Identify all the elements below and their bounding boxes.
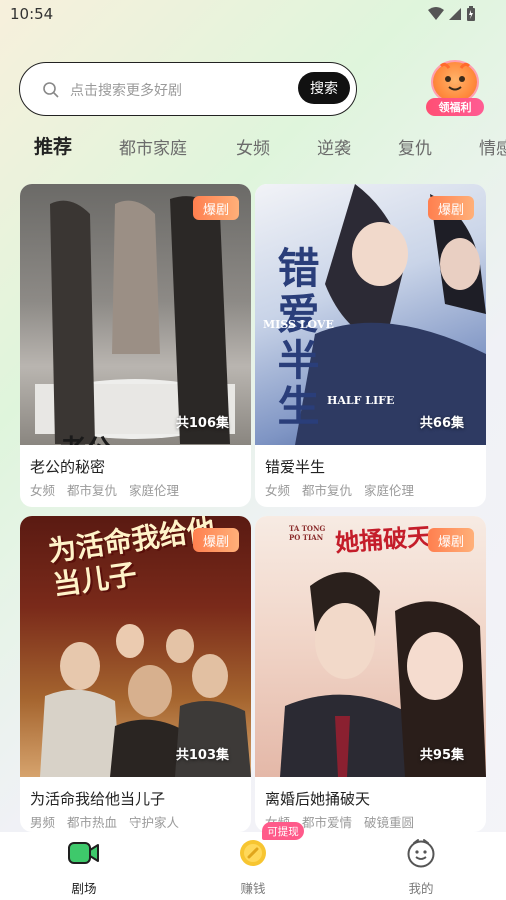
search-icon — [43, 82, 59, 98]
nav-earn[interactable]: 赚钱 — [223, 838, 283, 897]
withdraw-badge: 可提现 — [262, 822, 304, 840]
card-title: 离婚后她捅破天 — [265, 790, 371, 808]
episode-count: 共66集 — [419, 416, 464, 431]
tag: 家庭伦理 — [364, 483, 415, 498]
card-tags: 女频 都市复仇 家庭伦理 — [30, 480, 179, 499]
tab-comeback[interactable]: 逆袭 — [317, 134, 351, 159]
tag: 都市热血 — [67, 815, 118, 830]
poster-title-text: 她捅破天 — [334, 521, 433, 558]
tag: 女频 — [265, 483, 291, 498]
card-tags: 男频 都市热血 守护家人 — [30, 812, 179, 831]
poster-english-text: TA TONG PO TIAN — [289, 524, 326, 542]
poster-english-text: MISS LOVE — [263, 318, 334, 331]
tag: 破镜重圆 — [364, 815, 415, 830]
status-bar: 10:54 — [0, 0, 506, 30]
poster-title-text: 错爱半生 — [271, 246, 320, 430]
video-camera-icon — [68, 842, 99, 864]
hot-badge: 爆剧 — [428, 528, 474, 552]
battery-icon — [467, 6, 475, 21]
search-bar[interactable]: 点击搜索更多好剧 搜索 — [19, 62, 357, 116]
tag: 男频 — [30, 815, 56, 830]
nav-profile[interactable]: 我的 — [391, 838, 451, 897]
tab-urban-family[interactable]: 都市家庭 — [119, 134, 187, 159]
drama-card[interactable]: 错爱半生 MISS LOVE HALF LIFE 爆剧 共66集 错爱半生 女频… — [255, 184, 486, 507]
reward-button[interactable]: 领福利 — [424, 60, 484, 116]
nav-label: 剧场 — [71, 881, 97, 896]
nav-label: 赚钱 — [240, 881, 266, 896]
card-title: 老公的秘密 — [30, 458, 106, 476]
search-input[interactable]: 点击搜索更多好剧 — [70, 80, 182, 100]
card-title: 错爱半生 — [265, 458, 326, 476]
tag: 家庭伦理 — [129, 483, 180, 498]
episode-count: 共103集 — [175, 748, 229, 763]
tag: 女频 — [30, 483, 56, 498]
drama-card[interactable]: 为活命我给他当儿子 爆剧 共103集 为活命我给他当儿子 男频 都市热血 守护家… — [20, 516, 251, 832]
smiley-face-icon — [407, 839, 435, 868]
reward-label: 领福利 — [426, 98, 484, 116]
drama-poster: 为活命我给他当儿子 爆剧 共103集 — [20, 516, 251, 777]
drama-poster: 错爱半生 MISS LOVE HALF LIFE 爆剧 共66集 — [255, 184, 486, 445]
tab-revenge[interactable]: 复仇 — [398, 134, 432, 159]
coin-icon — [240, 840, 266, 866]
signal-icon — [449, 8, 461, 20]
tag: 都市爱情 — [302, 815, 353, 830]
drama-poster: 老公 爆剧 共106集 — [20, 184, 251, 445]
poster-english-text: HALF LIFE — [327, 394, 395, 407]
status-icons — [428, 6, 476, 22]
search-button[interactable]: 搜索 — [298, 72, 350, 104]
tab-emotion[interactable]: 情感 — [479, 134, 506, 159]
tab-female[interactable]: 女频 — [236, 134, 270, 159]
category-tabs: 推荐 都市家庭 女频 逆袭 复仇 情感 — [0, 130, 506, 160]
hot-badge: 爆剧 — [193, 196, 239, 220]
tag: 守护家人 — [129, 815, 180, 830]
drama-card[interactable]: 老公 爆剧 共106集 老公的秘密 女频 都市复仇 家庭伦理 — [20, 184, 251, 507]
nav-label: 我的 — [408, 881, 434, 896]
tag: 都市复仇 — [67, 483, 118, 498]
tab-recommend[interactable]: 推荐 — [34, 132, 72, 159]
card-tags: 女频 都市复仇 家庭伦理 — [265, 480, 414, 499]
hot-badge: 爆剧 — [428, 196, 474, 220]
hot-badge: 爆剧 — [193, 528, 239, 552]
nav-theater[interactable]: 剧场 — [54, 838, 114, 897]
episode-count: 共106集 — [175, 416, 229, 431]
episode-count: 共95集 — [419, 748, 464, 763]
tag: 都市复仇 — [302, 483, 353, 498]
status-time: 10:54 — [10, 5, 54, 23]
drama-poster: 她捅破天 TA TONG PO TIAN 爆剧 共95集 — [255, 516, 486, 777]
poster-title-text: 老公 — [60, 429, 112, 445]
card-title: 为活命我给他当儿子 — [30, 790, 166, 808]
drama-card[interactable]: 她捅破天 TA TONG PO TIAN 爆剧 共95集 离婚后她捅破天 女频 … — [255, 516, 486, 832]
bottom-nav: 剧场 赚钱 我的 — [0, 832, 506, 900]
wifi-icon — [428, 7, 444, 20]
